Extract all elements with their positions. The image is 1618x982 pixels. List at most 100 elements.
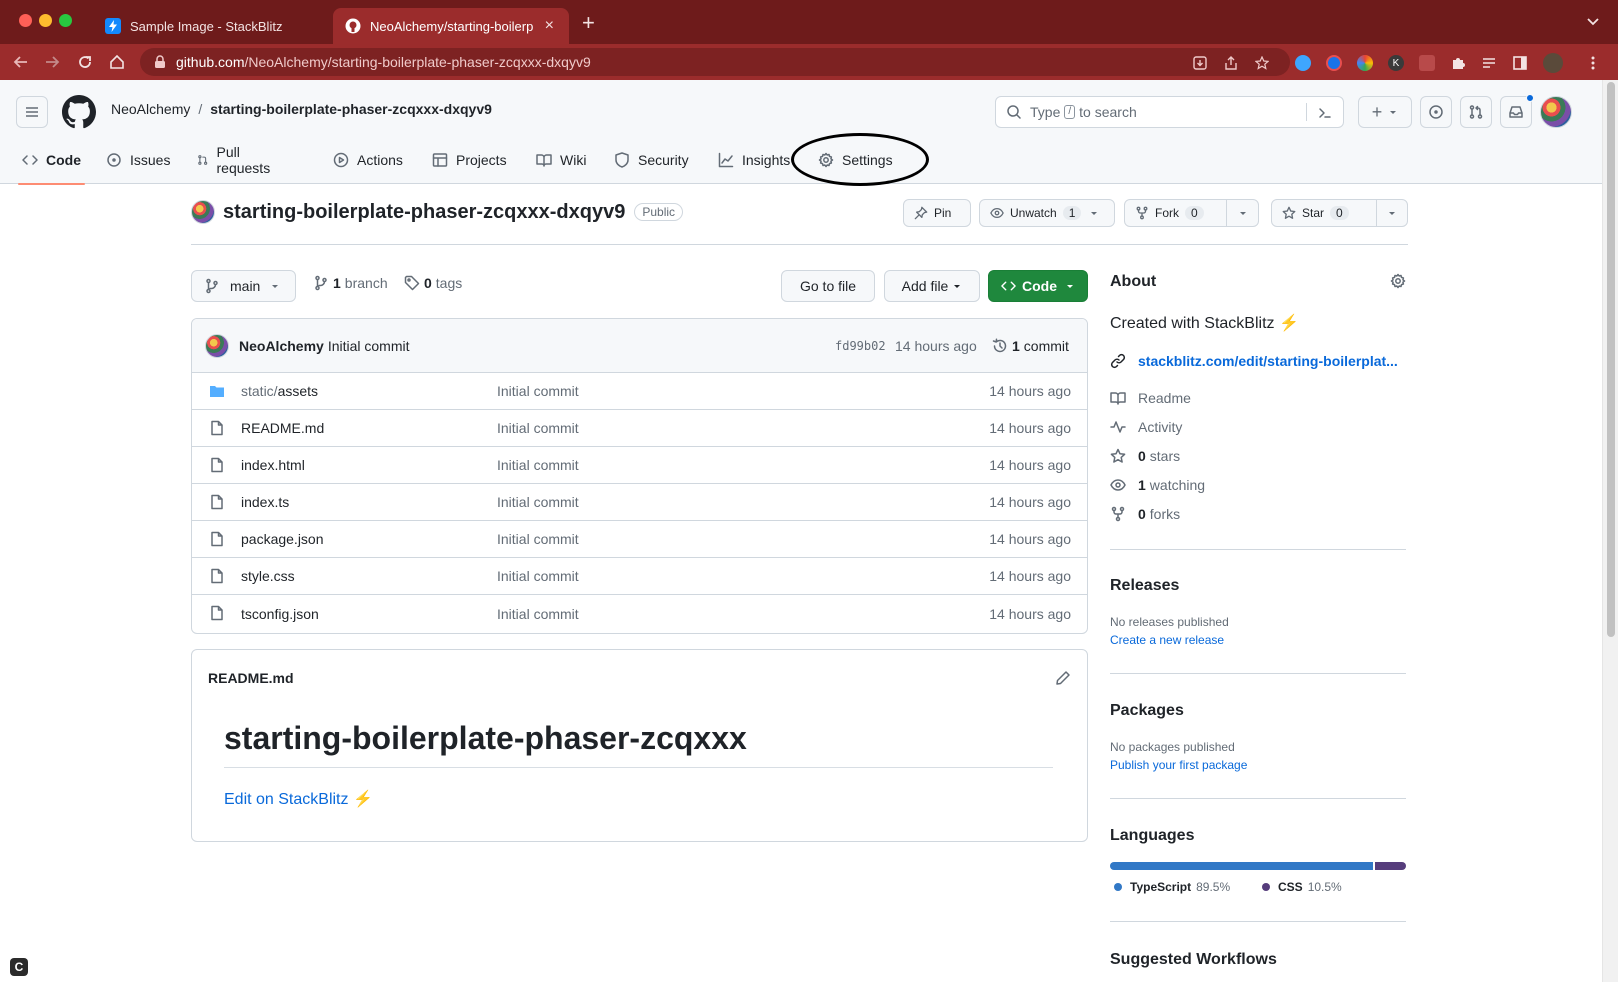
new-tab-button[interactable]: + — [582, 12, 595, 34]
maximize-window-button[interactable] — [59, 14, 72, 27]
table-row[interactable]: tsconfig.json Initial commit 14 hours ago — [192, 595, 1087, 632]
code-dropdown-button[interactable]: Code — [988, 270, 1088, 302]
add-file-button[interactable]: Add file — [884, 270, 980, 302]
file-commit-message[interactable]: Initial commit — [497, 531, 579, 547]
tab-insights[interactable]: Insights — [718, 136, 790, 184]
commit-author-avatar[interactable] — [205, 333, 229, 358]
file-name[interactable]: index.html — [241, 457, 305, 473]
bookmark-star-icon[interactable] — [1255, 56, 1269, 70]
edit-pencil-icon[interactable] — [1055, 670, 1071, 686]
browser-tab-github[interactable]: NeoAlchemy/starting-boilerplate × — [333, 8, 569, 44]
close-window-button[interactable] — [19, 14, 32, 27]
file-name[interactable]: package.json — [241, 531, 324, 547]
website-link[interactable]: stackblitz.com/edit/starting-boilerplat.… — [1110, 353, 1398, 369]
create-new-button[interactable]: + — [1358, 96, 1412, 128]
inbox-button[interactable] — [1500, 94, 1534, 128]
install-app-icon[interactable] — [1193, 56, 1207, 70]
unwatch-button[interactable]: Unwatch 1 — [979, 199, 1115, 227]
home-icon[interactable] — [108, 53, 126, 71]
go-to-file-button[interactable]: Go to file — [781, 270, 875, 302]
tab-issues[interactable]: Issues — [106, 136, 170, 184]
forward-arrow-icon[interactable] — [43, 53, 61, 71]
file-name[interactable]: tsconfig.json — [241, 606, 319, 622]
releases-title[interactable]: Releases — [1110, 577, 1179, 595]
side-panel-icon[interactable] — [1512, 55, 1528, 71]
table-row[interactable]: index.ts Initial commit 14 hours ago — [192, 484, 1087, 521]
pull-requests-button[interactable] — [1460, 96, 1492, 128]
branch-select-button[interactable]: main — [191, 270, 296, 302]
extension-cloud-icon[interactable] — [1295, 55, 1311, 71]
commit-sha[interactable]: fd99b02 — [835, 339, 886, 353]
file-commit-message[interactable]: Initial commit — [497, 494, 579, 510]
tab-actions[interactable]: Actions — [333, 136, 403, 184]
tags-link[interactable]: 0 tags — [404, 275, 462, 291]
language-css[interactable]: CSS 10.5% — [1262, 880, 1342, 894]
forks-link[interactable]: 0 forks — [1110, 506, 1180, 522]
scrollbar-thumb[interactable] — [1607, 82, 1615, 637]
tab-projects[interactable]: Projects — [432, 136, 507, 184]
packages-title[interactable]: Packages — [1110, 702, 1184, 720]
readme-link[interactable]: Readme — [1110, 390, 1191, 406]
fork-button[interactable]: Fork 0 — [1124, 199, 1227, 227]
tab-code[interactable]: Code — [18, 136, 85, 185]
profile-avatar[interactable] — [1543, 53, 1563, 73]
github-logo-icon[interactable] — [62, 95, 96, 129]
file-commit-message[interactable]: Initial commit — [497, 420, 579, 436]
extension-camera-icon[interactable] — [1419, 55, 1435, 71]
readme-filename[interactable]: README.md — [208, 670, 294, 686]
commit-age[interactable]: 14 hours ago — [895, 338, 977, 354]
repo-name[interactable]: starting-boilerplate-phaser-zcqxxx-dxqyv… — [223, 201, 625, 224]
tab-wiki[interactable]: Wiki — [536, 136, 586, 184]
back-arrow-icon[interactable] — [12, 53, 30, 71]
tab-search-chevron-icon[interactable] — [1586, 14, 1600, 28]
about-settings-gear-icon[interactable] — [1390, 273, 1406, 289]
browser-menu-icon[interactable] — [1590, 55, 1606, 71]
browser-tab-stackblitz[interactable]: Sample Image - StackBlitz — [93, 8, 329, 44]
search-input[interactable]: Type / to search — [995, 96, 1344, 128]
file-commit-message[interactable]: Initial commit — [497, 383, 579, 399]
menu-hamburger-icon[interactable] — [16, 96, 48, 128]
minimize-window-button[interactable] — [39, 14, 52, 27]
watching-link[interactable]: 1 watching — [1110, 477, 1205, 493]
close-tab-icon[interactable]: × — [542, 17, 557, 35]
breadcrumb-repo[interactable]: starting-boilerplate-phaser-zcqxxx-dxqyv… — [210, 101, 492, 117]
file-name[interactable]: style.css — [241, 568, 295, 584]
reload-icon[interactable] — [76, 53, 94, 71]
file-commit-message[interactable]: Initial commit — [497, 606, 579, 622]
table-row[interactable]: static/assets Initial commit 14 hours ago — [192, 373, 1087, 410]
star-button[interactable]: Star 0 — [1271, 199, 1377, 227]
owner-avatar[interactable] — [191, 200, 215, 224]
table-row[interactable]: package.json Initial commit 14 hours ago — [192, 521, 1087, 558]
tab-pull-requests[interactable]: Pull requests — [197, 136, 275, 184]
table-row[interactable]: README.md Initial commit 14 hours ago — [192, 410, 1087, 447]
table-row[interactable]: style.css Initial commit 14 hours ago — [192, 558, 1087, 595]
stars-link[interactable]: 0 stars — [1110, 448, 1180, 464]
commit-author[interactable]: NeoAlchemy — [239, 338, 324, 354]
language-typescript[interactable]: TypeScript 89.5% — [1114, 880, 1230, 894]
issues-button[interactable] — [1420, 96, 1452, 128]
share-icon[interactable] — [1224, 56, 1238, 70]
create-release-link[interactable]: Create a new release — [1110, 633, 1224, 647]
fork-dropdown-button[interactable] — [1226, 199, 1259, 227]
file-name[interactable]: README.md — [241, 420, 324, 436]
file-name[interactable]: static/assets — [241, 383, 318, 399]
tab-security[interactable]: Security — [614, 136, 689, 184]
file-commit-message[interactable]: Initial commit — [497, 568, 579, 584]
publish-package-link[interactable]: Publish your first package — [1110, 758, 1247, 772]
commit-message[interactable]: Initial commit — [328, 338, 410, 354]
user-avatar[interactable] — [1540, 96, 1572, 128]
file-name[interactable]: index.ts — [241, 494, 289, 510]
extension-corner-icon[interactable]: C — [10, 958, 28, 976]
extension-k-icon[interactable]: K — [1388, 55, 1404, 71]
pin-button[interactable]: Pin — [903, 199, 971, 227]
breadcrumb-owner[interactable]: NeoAlchemy — [111, 101, 190, 117]
extensions-puzzle-icon[interactable] — [1450, 55, 1466, 71]
star-dropdown-button[interactable] — [1376, 199, 1408, 227]
readme-stackblitz-link[interactable]: Edit on StackBlitz ⚡️ — [224, 789, 373, 809]
branches-link[interactable]: 1 branch — [313, 275, 388, 291]
page-scrollbar[interactable] — [1602, 80, 1618, 982]
url-bar[interactable]: github.com/NeoAlchemy/starting-boilerpla… — [140, 48, 1290, 76]
activity-link[interactable]: Activity — [1110, 419, 1182, 435]
command-palette-icon[interactable] — [1317, 105, 1333, 121]
reading-list-icon[interactable] — [1481, 55, 1497, 71]
